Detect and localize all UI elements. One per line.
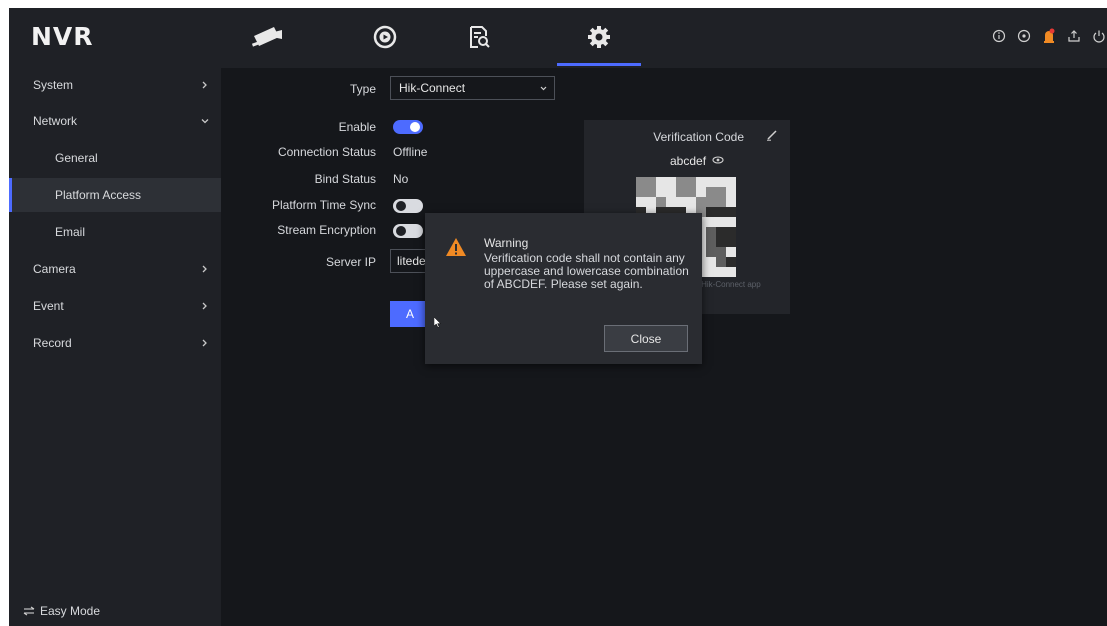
tab-file-search[interactable] bbox=[429, 8, 529, 68]
platform-time-sync-toggle[interactable] bbox=[393, 199, 423, 213]
dialog-message: Verification code shall not contain any … bbox=[484, 251, 689, 291]
warning-dialog: Warning Verification code shall not cont… bbox=[425, 213, 702, 364]
power-icon[interactable] bbox=[1091, 28, 1107, 44]
bind-status-label: Bind Status bbox=[314, 172, 376, 186]
sidebar-item-label: System bbox=[33, 78, 74, 92]
tab-configuration[interactable] bbox=[549, 8, 649, 68]
warning-icon bbox=[445, 237, 467, 260]
sidebar-item-label: Network bbox=[33, 114, 78, 128]
platform-time-sync-label: Platform Time Sync bbox=[271, 198, 376, 212]
tab-live-view[interactable] bbox=[217, 8, 317, 68]
export-icon[interactable] bbox=[1066, 28, 1082, 44]
chevron-down-icon bbox=[540, 86, 547, 91]
brand-logo: NVR bbox=[31, 22, 94, 51]
stream-encryption-toggle[interactable] bbox=[393, 224, 423, 238]
sidebar-item-label: Email bbox=[55, 225, 86, 239]
sidebar-item-label: Record bbox=[33, 336, 72, 350]
playback-icon bbox=[372, 24, 398, 53]
sidebar-item-record[interactable]: Record bbox=[9, 326, 221, 360]
bind-status-value: No bbox=[393, 172, 409, 186]
chevron-right-icon bbox=[202, 339, 207, 347]
alarm-icon[interactable] bbox=[1041, 28, 1057, 44]
type-value: Hik-Connect bbox=[399, 81, 466, 95]
camera-icon bbox=[250, 24, 284, 53]
enable-toggle[interactable] bbox=[393, 120, 423, 134]
enable-label: Enable bbox=[338, 120, 376, 134]
mouse-cursor-icon bbox=[433, 316, 442, 331]
top-bar: NVR bbox=[9, 8, 1107, 68]
chevron-right-icon bbox=[202, 302, 207, 310]
switch-arrows-icon bbox=[23, 606, 35, 616]
stream-encryption-label: Stream Encryption bbox=[277, 223, 376, 237]
connection-status-label: Connection Status bbox=[277, 145, 376, 159]
sidebar-item-event[interactable]: Event bbox=[9, 289, 221, 323]
sidebar-item-label: Platform Access bbox=[55, 188, 142, 202]
info-icon[interactable] bbox=[991, 28, 1007, 44]
close-button[interactable]: Close bbox=[604, 325, 688, 352]
tab-playback[interactable] bbox=[335, 8, 435, 68]
apply-button[interactable]: A bbox=[390, 301, 430, 327]
file-search-icon bbox=[468, 25, 490, 52]
verification-code: abcdef bbox=[670, 154, 707, 168]
verification-title: Verification Code bbox=[653, 130, 744, 144]
eye-icon[interactable] bbox=[712, 154, 724, 168]
type-select[interactable]: Hik-Connect bbox=[390, 76, 555, 100]
gear-icon bbox=[586, 24, 612, 53]
type-label: Type bbox=[349, 82, 376, 96]
server-ip-label: Server IP bbox=[325, 255, 376, 269]
easy-mode-button[interactable]: Easy Mode bbox=[23, 604, 100, 618]
nvr-screen: NVR System Network General Platform Acce… bbox=[9, 8, 1107, 626]
edit-icon[interactable] bbox=[766, 129, 778, 144]
sidebar-item-label: Camera bbox=[33, 262, 76, 276]
sidebar-item-label: General bbox=[55, 151, 98, 165]
status-icons bbox=[991, 28, 1107, 44]
dialog-title: Warning bbox=[484, 236, 529, 250]
sidebar-item-label: Event bbox=[33, 299, 64, 313]
verification-note: ad Hik-Connect app bbox=[690, 280, 761, 289]
server-ip-input[interactable]: litedev bbox=[390, 249, 430, 273]
easy-mode-label: Easy Mode bbox=[40, 604, 101, 618]
clock-icon[interactable] bbox=[1016, 28, 1032, 44]
connection-status-value: Offline bbox=[393, 145, 428, 159]
